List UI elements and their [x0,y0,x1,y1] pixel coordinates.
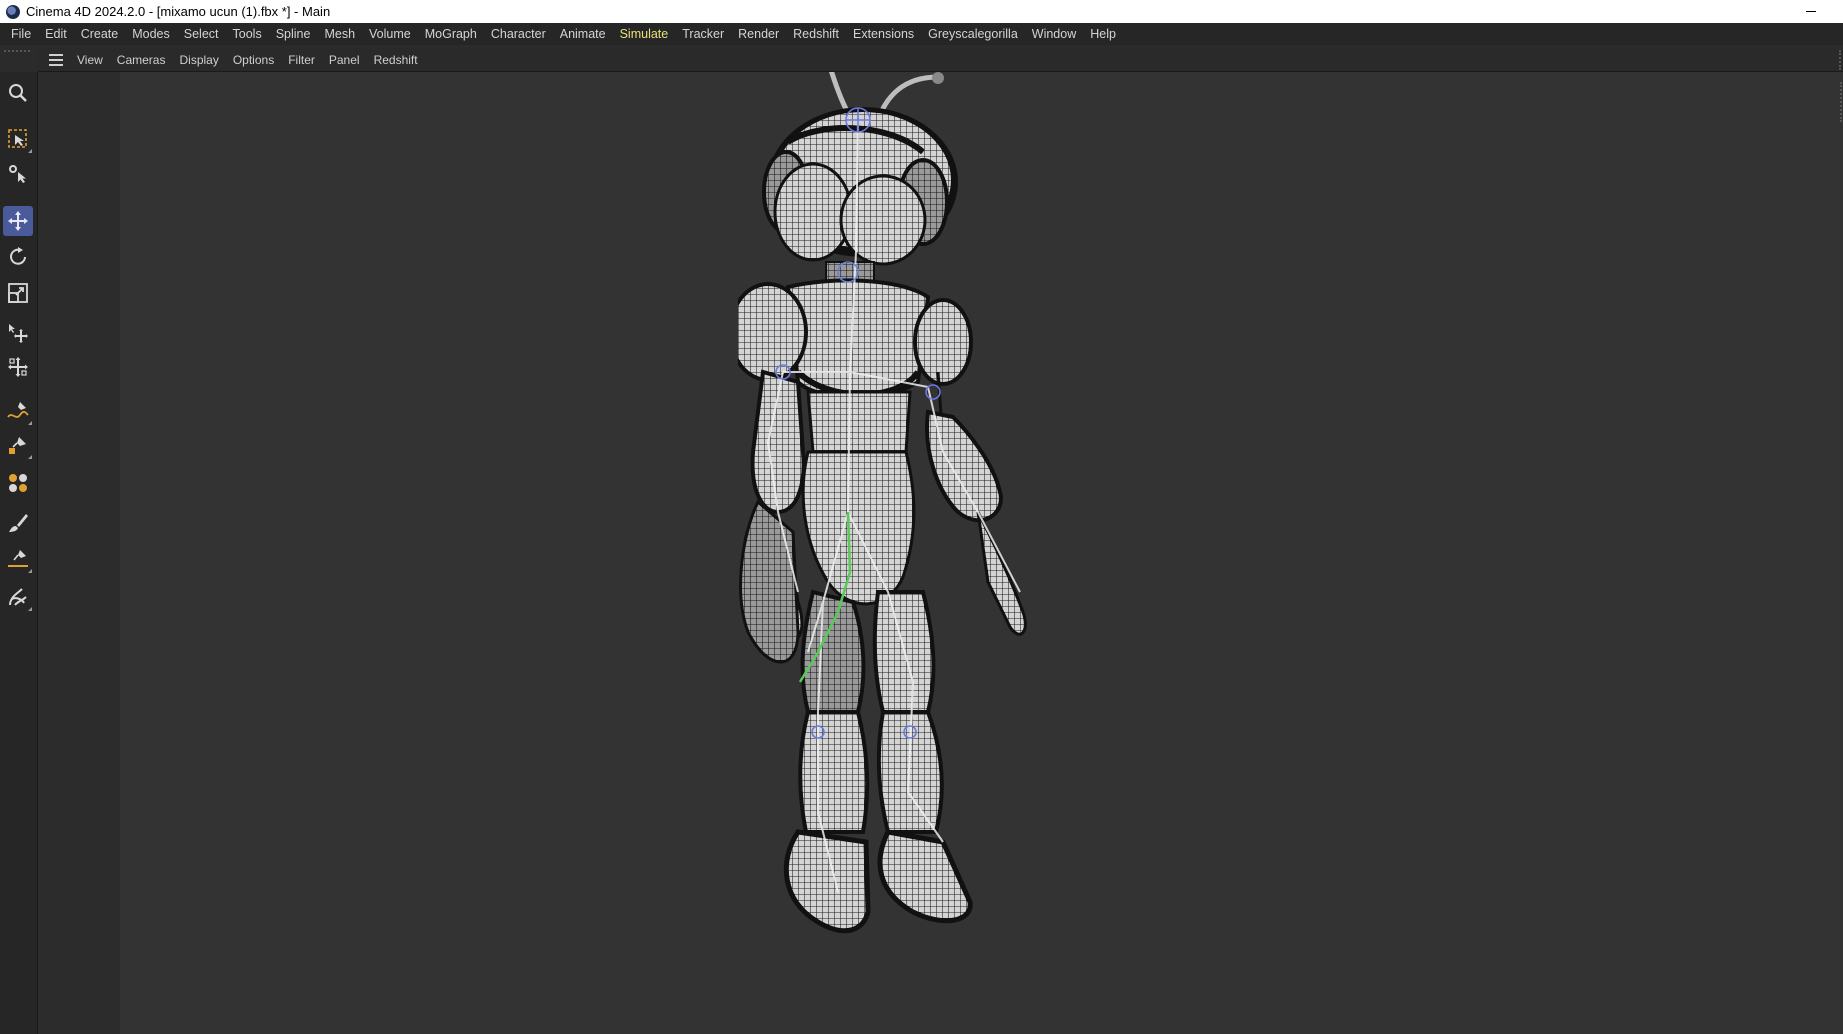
viewport-menu-display[interactable]: Display [172,53,225,67]
viewport-menu-options[interactable]: Options [226,53,281,67]
menu-volume[interactable]: Volume [362,23,418,45]
menu-create[interactable]: Create [74,23,126,45]
viewport-menu-items: View Cameras Display Options Filter Panel Reds… [70,53,425,67]
menu-animate[interactable]: Animate [553,23,613,45]
title-bar: Cinema 4D 2024.2.0 - [mixamo ucun (1).fb… [0,0,1843,23]
menu-file[interactable]: File [4,23,38,45]
menu-simulate[interactable]: Simulate [613,23,676,45]
viewport-menu-bar: View Cameras Display Options Filter Panel Reds… [38,48,1843,72]
live-selection-icon[interactable] [3,124,33,154]
menu-spline[interactable]: Spline [269,23,318,45]
menu-render[interactable]: Render [731,23,786,45]
menu-window[interactable]: Window [1025,23,1083,45]
wireframe-character-model[interactable] [738,72,1198,972]
menu-redshift[interactable]: Redshift [786,23,846,45]
minimize-button[interactable] [1799,2,1823,20]
menu-help[interactable]: Help [1083,23,1123,45]
viewport-menu-panel[interactable]: Panel [322,53,367,67]
menu-modes[interactable]: Modes [125,23,177,45]
rotate-icon[interactable] [3,242,33,272]
left-toolbar [0,50,38,1034]
zoom-search-icon[interactable] [3,78,33,108]
viewport-menu-view[interactable]: View [70,53,110,67]
3d-viewport[interactable] [38,72,1843,1034]
viewport-menu-filter[interactable]: Filter [281,53,322,67]
object-cubes-icon[interactable] [3,468,33,498]
window-title: Cinema 4D 2024.2.0 - [mixamo ucun (1).fb… [26,4,331,19]
transform-icon[interactable] [3,352,33,382]
main-menu-bar: File Edit Create Modes Select Tools Spline Mesh… [0,23,1843,45]
menu-edit[interactable]: Edit [38,23,74,45]
tweak-icon[interactable] [3,158,33,188]
move-icon[interactable] [3,206,33,236]
menu-tools[interactable]: Tools [226,23,269,45]
menu-extensions[interactable]: Extensions [846,23,921,45]
menu-tracker[interactable]: Tracker [675,23,731,45]
viewport-grip[interactable] [1840,82,1842,122]
menu-mograph[interactable]: MoGraph [418,23,484,45]
menu-greyscalegorilla[interactable]: Greyscalegorilla [921,23,1025,45]
spline-pen-icon[interactable] [3,396,33,426]
panel-grip[interactable] [1839,50,1841,70]
knife-line-icon[interactable] [3,544,33,574]
viewport-safe-frame-strip [38,72,120,1034]
viewport-menu-redshift[interactable]: Redshift [367,53,425,67]
scale-icon[interactable] [3,278,33,308]
cinema4d-logo-icon [6,4,20,19]
brush-icon[interactable] [3,508,33,538]
viewport-menu-cameras[interactable]: Cameras [110,53,173,67]
toolbar-grip[interactable] [4,50,30,52]
axis-move-icon[interactable] [3,318,33,348]
sculpt-pen-icon[interactable] [3,430,33,460]
menu-select[interactable]: Select [177,23,226,45]
magnet-icon[interactable] [3,582,33,612]
menu-mesh[interactable]: Mesh [317,23,362,45]
menu-character[interactable]: Character [484,23,553,45]
hamburger-menu-icon[interactable] [42,48,70,72]
